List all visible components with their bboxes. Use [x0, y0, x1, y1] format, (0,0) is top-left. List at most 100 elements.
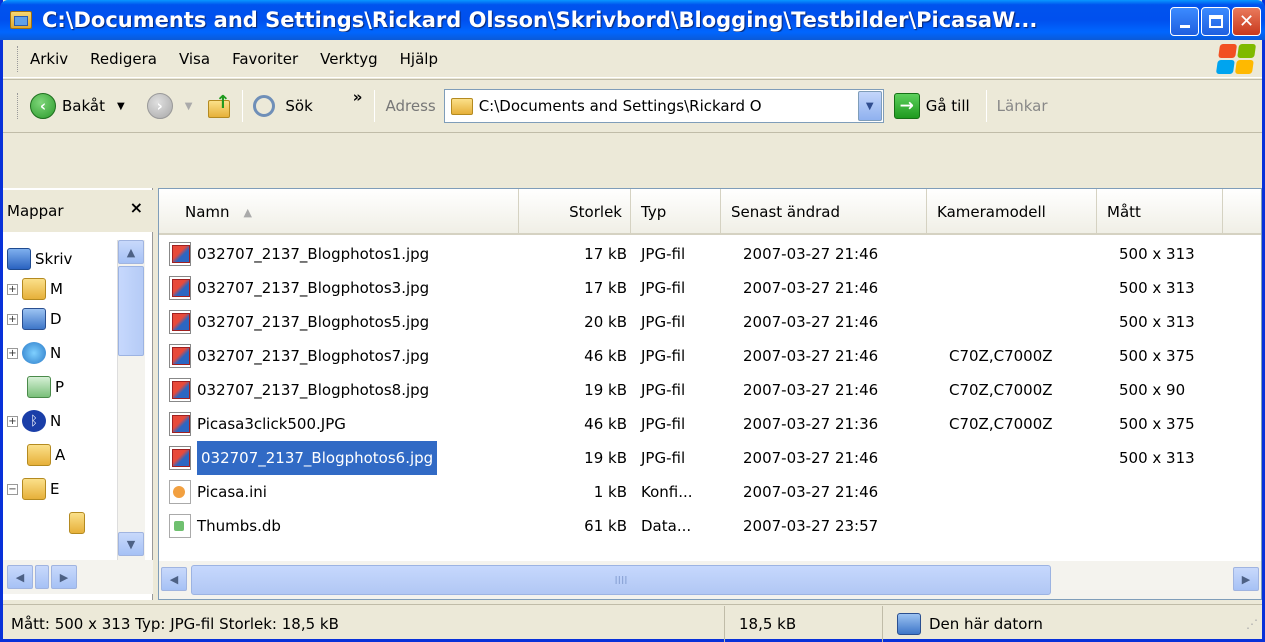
scroll-left-button[interactable]: ◀	[7, 565, 33, 589]
tree-item-folder-a[interactable]: A	[27, 440, 65, 470]
tree-item-subfolder[interactable]	[69, 508, 89, 538]
file-type: JPG-fil	[641, 245, 686, 263]
forward-dropdown-icon[interactable]: ▼	[185, 101, 193, 112]
folders-vertical-scrollbar[interactable]: ▲ ▼	[117, 240, 145, 560]
minimize-button[interactable]	[1170, 7, 1199, 36]
status-location-text: Den här datorn	[929, 614, 1043, 633]
jpg-icon	[169, 242, 191, 266]
back-dropdown-icon[interactable]: ▼	[117, 101, 125, 112]
file-size: 46 kB	[584, 347, 627, 365]
scroll-down-button[interactable]: ▼	[118, 532, 144, 556]
toolbar-grip[interactable]	[17, 93, 20, 119]
file-size: 19 kB	[584, 381, 627, 399]
file-row[interactable]: 032707_2137_Blogphotos6.jpg 19 kB JPG-fil 2…	[159, 441, 1259, 475]
menu-grip[interactable]	[17, 45, 20, 72]
scroll-right-button[interactable]: ▶	[1233, 567, 1259, 591]
toolbar: ‹ Bakåt ▼ › ▼ ↑ Sök » Adress C:\Document…	[3, 79, 1262, 133]
menu-hjalp[interactable]: Hjälp	[400, 50, 438, 68]
file-modified: 2007-03-27 21:36	[743, 415, 879, 433]
file-camera: C70Z,C7000Z	[949, 347, 1053, 365]
menu-arkiv[interactable]: Arkiv	[30, 50, 68, 68]
file-list-hscroll-thumb[interactable]: IIII	[191, 565, 1051, 595]
tree-item-recycle[interactable]: P	[27, 372, 64, 402]
address-dropdown-button[interactable]: ▼	[857, 91, 882, 121]
column-header-size[interactable]: Storlek	[519, 189, 631, 235]
links-button[interactable]: Länkar	[997, 97, 1048, 115]
title-bar[interactable]: C:\Documents and Settings\Rickard Olsson…	[0, 0, 1265, 40]
menu-verktyg[interactable]: Verktyg	[320, 50, 377, 68]
computer-icon	[22, 308, 46, 330]
search-button[interactable]: Sök	[253, 95, 313, 117]
file-row[interactable]: 032707_2137_Blogphotos5.jpg 20 kB JPG-fil 2…	[159, 305, 1259, 339]
expand-icon[interactable]: +	[7, 347, 18, 359]
goto-button[interactable]: → Gå till	[884, 93, 970, 119]
back-button[interactable]: ‹ Bakåt ▼	[30, 93, 125, 119]
file-row[interactable]: 032707_2137_Blogphotos3.jpg 17 kB JPG-fil 2…	[159, 271, 1259, 305]
menu-redigera[interactable]: Redigera	[90, 50, 157, 68]
tree-item-folder-e[interactable]: − E	[7, 474, 59, 504]
file-type: JPG-fil	[641, 279, 686, 297]
column-label: Kameramodell	[937, 203, 1046, 221]
close-button[interactable]: ✕	[1232, 7, 1261, 36]
file-list-horizontal-scrollbar[interactable]: ◀ IIII ▶	[159, 561, 1261, 599]
file-row[interactable]: Picasa.ini 1 kB Konfi... 2007-03-27 21:46	[159, 475, 1259, 509]
resize-grip-icon[interactable]: ⋰	[1246, 617, 1258, 631]
collapse-icon[interactable]: −	[7, 483, 18, 495]
scroll-left-button[interactable]: ◀	[161, 567, 187, 591]
expand-icon[interactable]: +	[7, 415, 18, 427]
jpg-icon	[169, 276, 191, 300]
file-row[interactable]: Picasa3click500.JPG 46 kB JPG-fil 2007-03-2…	[159, 407, 1259, 441]
menu-favoriter[interactable]: Favoriter	[232, 50, 298, 68]
ini-file-icon	[169, 480, 191, 504]
status-location: Den här datorn	[883, 606, 1223, 642]
file-type: JPG-fil	[641, 347, 686, 365]
folders-pane-close-button[interactable]: ×	[130, 198, 143, 217]
expand-icon[interactable]: +	[7, 313, 18, 325]
file-row[interactable]: Thumbs.db 61 kB Data... 2007-03-27 23:57	[159, 509, 1259, 543]
column-header-dimensions[interactable]: Mått	[1097, 189, 1223, 235]
folder-icon	[69, 512, 85, 534]
folder-icon	[22, 278, 46, 300]
scroll-up-button[interactable]: ▲	[118, 240, 144, 264]
folders-pane-header: Mappar ×	[3, 190, 153, 232]
forward-button[interactable]: › ▼	[146, 93, 193, 119]
scroll-right-button[interactable]: ▶	[51, 565, 77, 589]
address-value[interactable]: C:\Documents and Settings\Rickard O	[479, 97, 853, 115]
folders-horizontal-scrollbar[interactable]: ◀ ▶	[3, 560, 153, 594]
tree-item-computer[interactable]: + D	[7, 304, 62, 334]
address-field[interactable]: C:\Documents and Settings\Rickard O ▼	[443, 89, 884, 123]
maximize-button[interactable]	[1201, 7, 1230, 36]
tree-item-bluetooth[interactable]: + ᛒ N	[7, 406, 61, 436]
column-label: Senast ändrad	[731, 203, 841, 221]
column-header-name[interactable]: Namn ▲	[159, 189, 519, 235]
file-row[interactable]: 032707_2137_Blogphotos7.jpg 46 kB JPG-fil 2…	[159, 339, 1259, 373]
file-list[interactable]: Namn ▲ Storlek Typ Senast ändrad Kameram…	[158, 188, 1262, 600]
tree-item-documents[interactable]: + M	[7, 274, 63, 304]
expand-icon[interactable]: +	[7, 283, 18, 295]
file-row[interactable]: 032707_2137_Blogphotos1.jpg 17 kB JPG-fil 2…	[159, 237, 1259, 271]
file-modified: 2007-03-27 21:46	[743, 313, 879, 331]
network-icon	[22, 342, 46, 364]
folders-hscroll-thumb[interactable]	[35, 565, 49, 589]
tree-item-desktop[interactable]: Skriv	[7, 244, 72, 274]
desktop-icon	[7, 248, 31, 270]
file-dimensions: 500 x 90	[1119, 381, 1186, 399]
jpg-icon	[169, 344, 191, 368]
column-header-camera[interactable]: Kameramodell	[927, 189, 1097, 235]
file-size: 17 kB	[584, 245, 627, 263]
file-dimensions: 500 x 375	[1119, 347, 1195, 365]
status-size-text: 18,5 kB	[739, 614, 797, 633]
menu-visa[interactable]: Visa	[179, 50, 210, 68]
toolbar-more-button[interactable]: »	[353, 88, 363, 106]
folders-scroll-thumb[interactable]	[118, 266, 144, 356]
column-label: Typ	[641, 203, 667, 221]
file-dimensions: 500 x 313	[1119, 449, 1195, 467]
column-header-type[interactable]: Typ	[631, 189, 721, 235]
file-row[interactable]: 032707_2137_Blogphotos8.jpg 19 kB JPG-fil 2…	[159, 373, 1259, 407]
column-header-modified[interactable]: Senast ändrad	[721, 189, 927, 235]
file-camera: C70Z,C7000Z	[949, 381, 1053, 399]
tree-item-network[interactable]: + N	[7, 338, 61, 368]
file-name: 032707_2137_Blogphotos8.jpg	[197, 381, 430, 399]
up-folder-button[interactable]: ↑	[206, 92, 232, 120]
file-camera: C70Z,C7000Z	[949, 415, 1053, 433]
